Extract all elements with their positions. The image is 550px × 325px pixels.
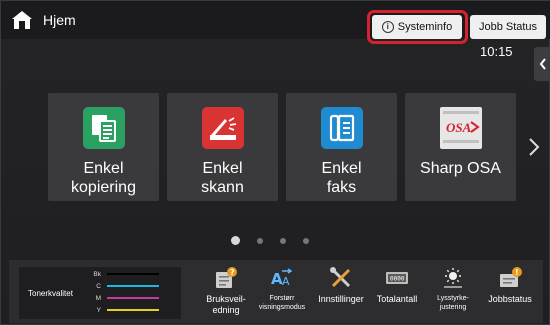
svg-text:?: ? <box>230 268 235 277</box>
toner-name: M <box>95 294 101 302</box>
page-dot-1[interactable] <box>231 236 240 245</box>
toner-label: Tonerkvalitet <box>28 289 73 298</box>
brightness-adjust-button[interactable]: Lysstyrke- justering <box>423 263 483 323</box>
settings-tools-icon <box>328 266 354 290</box>
job-status-shortcut-button[interactable]: ! Jobbstatus <box>480 263 540 323</box>
info-icon: i <box>381 21 394 33</box>
toner-name: Y <box>96 306 101 314</box>
home-icon <box>11 10 33 30</box>
counter-icon: 0000 <box>384 266 410 290</box>
operation-guide-button[interactable]: ? Bruksveil- edning <box>196 263 256 323</box>
svg-text:!: ! <box>515 268 519 277</box>
settings-button[interactable]: Innstillinger <box>311 263 371 323</box>
toner-name: C <box>96 282 101 290</box>
svg-text:A: A <box>282 275 290 288</box>
total-count-button[interactable]: 0000 Totalantall <box>367 263 427 323</box>
page-dot-4[interactable] <box>303 237 309 244</box>
system-info-button[interactable]: i Systeminfo <box>372 15 462 39</box>
tile-simple-scan[interactable]: Enkel skann <box>167 93 278 201</box>
clock: 10:15 <box>480 44 513 59</box>
toner-row-c: C <box>93 281 159 291</box>
chevron-right-icon <box>529 138 540 156</box>
tile-label: Enkel faks <box>321 160 362 196</box>
page-dot-2[interactable] <box>257 237 263 244</box>
home-label: Hjem <box>43 12 76 28</box>
page-dot-3[interactable] <box>280 237 286 244</box>
next-page-button[interactable] <box>524 134 544 160</box>
tile-label: Sharp OSA <box>420 160 501 177</box>
fax-icon <box>320 107 363 149</box>
toner-row-bk: Bk <box>93 269 159 279</box>
toner-level-bar <box>107 296 159 300</box>
tile-simple-fax[interactable]: Enkel faks <box>286 93 397 201</box>
bottom-item-label: Jobbstatus <box>488 294 532 304</box>
toner-level-bar <box>107 308 159 312</box>
job-status-button[interactable]: Jobb Status <box>470 15 546 39</box>
enlarge-display-button[interactable]: A A Forstørr visningsmodus <box>252 263 312 323</box>
touch-screen: Hjem Jobb Status i Systeminfo 10:15 Enke… <box>0 0 550 325</box>
side-panel-toggle[interactable] <box>534 47 550 81</box>
toner-row-y: Y <box>93 305 159 315</box>
job-status-label: Jobb Status <box>478 21 538 33</box>
copy-icon <box>82 107 125 149</box>
tile-label: Enkel skann <box>201 160 244 196</box>
page-indicator <box>231 236 309 245</box>
toner-name: Bk <box>93 270 101 278</box>
manual-icon: ? <box>213 266 239 290</box>
enlarge-text-icon: A A <box>269 266 295 290</box>
toner-row-m: M <box>93 293 159 303</box>
sharp-osa-icon: OSA <box>439 107 482 149</box>
toner-level-bar <box>107 272 159 276</box>
chevron-left-icon <box>539 58 546 70</box>
svg-text:0000: 0000 <box>390 276 405 283</box>
tile-label: Enkel kopiering <box>71 160 136 196</box>
system-info-label: Systeminfo <box>397 21 453 33</box>
tile-simple-copy[interactable]: Enkel kopiering <box>48 93 159 201</box>
home-button[interactable]: Hjem <box>11 9 76 31</box>
job-status-icon: ! <box>497 266 523 290</box>
tile-sharp-osa[interactable]: OSA Sharp OSA <box>405 93 516 201</box>
toner-quality-panel[interactable]: Tonerkvalitet Bk C M Y <box>19 267 181 319</box>
svg-text:OSA: OSA <box>446 120 472 135</box>
brightness-icon <box>440 266 466 290</box>
toner-level-bar <box>107 284 159 288</box>
scan-icon <box>201 107 244 149</box>
